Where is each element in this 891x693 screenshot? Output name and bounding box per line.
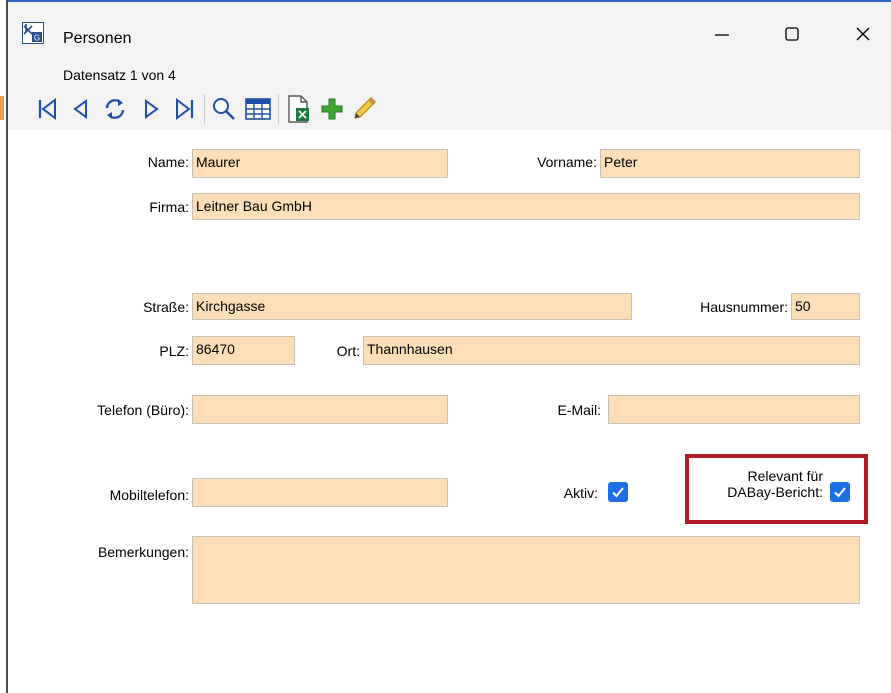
last-record-icon <box>176 98 194 120</box>
title-bar <box>8 2 891 54</box>
table-view-button[interactable] <box>243 94 273 124</box>
email-field[interactable] <box>608 395 860 424</box>
hausnummer-label: Hausnummer: <box>700 299 788 315</box>
relevant-checkbox[interactable] <box>830 482 850 502</box>
ort-field[interactable]: Thannhausen <box>363 336 860 365</box>
search-button[interactable] <box>209 94 239 124</box>
telefon-field[interactable] <box>192 395 448 424</box>
excel-export-button[interactable] <box>283 94 313 124</box>
firma-field[interactable]: Leitner Bau GmbH <box>192 193 860 220</box>
name-field[interactable]: Maurer <box>192 149 448 178</box>
edit-button[interactable] <box>349 94 379 124</box>
next-record-icon <box>145 99 159 119</box>
relevant-label: Relevant für DABay-Bericht: <box>698 468 823 500</box>
background-window-accent <box>0 96 4 120</box>
name-label: Name: <box>147 154 189 170</box>
first-record-icon <box>38 98 56 120</box>
add-record-icon <box>321 98 343 120</box>
refresh-icon <box>105 99 125 119</box>
previous-record-button[interactable] <box>66 94 96 124</box>
mobiltelefon-label: Mobiltelefon: <box>109 487 189 503</box>
plz-label: PLZ: <box>159 343 189 359</box>
aktiv-label: Aktiv: <box>563 485 598 501</box>
search-icon <box>213 98 235 120</box>
first-record-button[interactable] <box>32 94 62 124</box>
strasse-label: Straße: <box>143 299 189 315</box>
app-icon: G <box>22 22 44 44</box>
pencil-icon <box>354 97 376 119</box>
telefon-label: Telefon (Büro): <box>97 402 189 418</box>
toolbar-separator <box>278 94 279 124</box>
personen-window: G Personen Datensatz 1 von 4 Name: Maure… <box>8 0 891 693</box>
close-button[interactable] <box>837 16 889 52</box>
checkmark-icon <box>612 487 624 498</box>
mobiltelefon-field[interactable] <box>192 478 448 507</box>
minimize-button[interactable] <box>696 16 748 52</box>
window-title: Personen <box>63 30 132 47</box>
relevant-label-line2: DABay-Bericht: <box>727 484 823 500</box>
vorname-field[interactable]: Peter <box>600 149 860 178</box>
next-record-button[interactable] <box>136 94 166 124</box>
toolbar-separator <box>204 94 205 124</box>
bemerkungen-label: Bemerkungen: <box>97 544 189 560</box>
excel-export-icon <box>288 95 309 123</box>
hausnummer-field[interactable]: 50 <box>791 293 860 320</box>
ort-label: Ort: <box>336 343 360 359</box>
maximize-icon <box>785 27 799 41</box>
record-counter: Datensatz 1 von 4 <box>63 67 176 83</box>
plz-field[interactable]: 86470 <box>192 336 295 365</box>
table-view-icon <box>245 98 271 120</box>
refresh-button[interactable] <box>100 94 130 124</box>
strasse-field[interactable]: Kirchgasse <box>192 293 632 320</box>
add-record-button[interactable] <box>317 94 347 124</box>
relevant-label-line1: Relevant für <box>747 468 823 484</box>
email-label: E-Mail: <box>557 402 601 418</box>
vorname-label: Vorname: <box>537 154 597 170</box>
maximize-button[interactable] <box>766 16 818 52</box>
firma-label: Firma: <box>149 199 189 215</box>
minimize-icon <box>715 34 729 36</box>
previous-record-icon <box>73 99 87 119</box>
checkmark-icon <box>834 487 846 498</box>
aktiv-checkbox[interactable] <box>608 482 628 502</box>
last-record-button[interactable] <box>170 94 200 124</box>
close-icon <box>856 27 870 41</box>
bemerkungen-field[interactable] <box>192 536 860 604</box>
svg-text:G: G <box>34 34 40 43</box>
